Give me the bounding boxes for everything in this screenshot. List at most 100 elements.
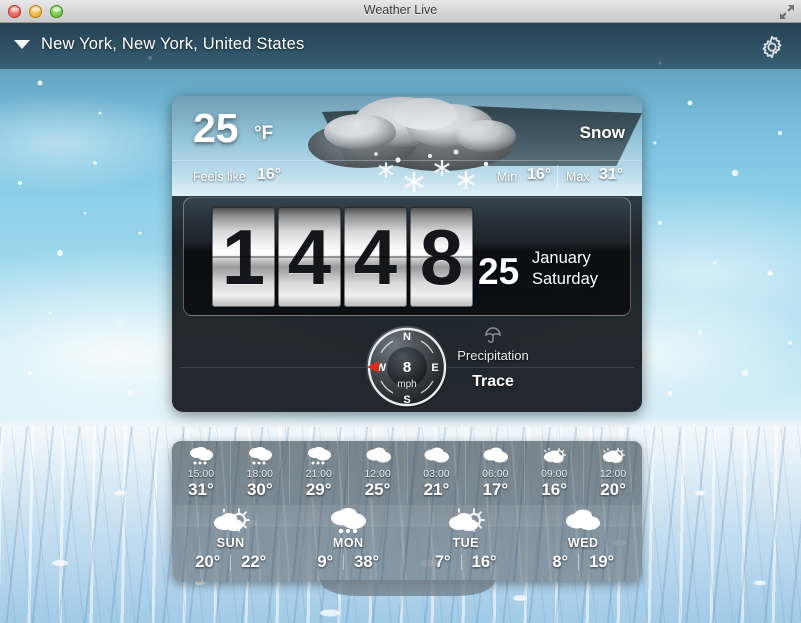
chevron-down-icon[interactable] (14, 40, 30, 49)
daily-low: 9° (317, 553, 333, 572)
compass-east: E (431, 362, 438, 374)
stat-pressure: Pressure 29.52in (612, 324, 642, 391)
cloud-icon (525, 506, 643, 536)
clock-digit-reel: 4 (278, 207, 341, 307)
clock-digit-reel: 4 (344, 207, 407, 307)
date-weekday: Saturday (532, 270, 598, 289)
clock-digit-reel: 1 (212, 207, 275, 307)
minmax-row: Feels like 16° Min 16° Max 31° (172, 160, 642, 193)
temp-separator (578, 555, 579, 570)
max-value: 31° (599, 166, 623, 184)
hourly-temp: 20° (584, 480, 642, 500)
sun-cloud-icon (407, 506, 525, 536)
hourly-item[interactable]: 21:00 29° (290, 441, 349, 503)
current-temperature: 25 (193, 108, 239, 149)
daily-day-name: MON (290, 536, 408, 550)
cloud-icon (408, 445, 466, 467)
temp-separator (230, 555, 231, 570)
compass-south: S (403, 394, 410, 406)
daily-low: 20° (195, 553, 220, 572)
hourly-item[interactable]: 18:00 30° (231, 441, 290, 503)
daily-item[interactable]: MON 9° 38° (290, 505, 408, 580)
flip-clock: 1 4 4 8 25 January Saturday (183, 197, 631, 316)
hourly-temp: 16° (525, 480, 583, 500)
clock-digit: 4 (278, 218, 341, 296)
hourly-item[interactable]: 06:00 17° (466, 441, 525, 503)
feels-like-label: Feels like (193, 170, 246, 184)
daily-high: 19° (589, 553, 614, 572)
stat-value: 29.52in (612, 373, 642, 391)
hourly-time: 06:00 (466, 468, 524, 480)
sun-cloud-icon (584, 445, 642, 467)
date-day-number: 25 (478, 253, 519, 290)
sun-cloud-icon (172, 506, 290, 536)
hourly-forecast-list: 15:00 31° 18:00 30° (172, 441, 642, 503)
hourly-item[interactable]: 03:00 21° (408, 441, 467, 503)
hourly-item[interactable]: 15:00 31° (172, 441, 231, 503)
daily-day-name: SUN (172, 536, 290, 550)
temp-separator (343, 555, 344, 570)
daily-item[interactable]: TUE 7° 16° (407, 505, 525, 580)
cloud-snow-icon (290, 445, 348, 467)
hourly-time: 18:00 (231, 468, 289, 480)
sun-cloud-icon (525, 445, 583, 467)
stat-label: Pressure (612, 348, 642, 363)
hourly-time: 12:00 (349, 468, 407, 480)
stats-row: Humidity 74% Precipitation Trace (172, 324, 642, 412)
hourly-temp: 30° (231, 480, 289, 500)
hourly-time: 12:00 (584, 468, 642, 480)
daily-temps: 20° 22° (172, 553, 290, 572)
daily-item[interactable]: WED 8° 19° (525, 505, 643, 580)
daily-low: 7° (435, 553, 451, 572)
weather-live-window: New York, New York, United States (0, 0, 801, 623)
hourly-temp: 29° (290, 480, 348, 500)
daily-day-name: TUE (407, 536, 525, 550)
location-header: New York, New York, United States (0, 23, 801, 69)
cloud-icon (466, 445, 524, 467)
wind-speed-value: 8 (403, 359, 411, 376)
clock-reels: 1 4 4 8 (212, 207, 473, 307)
hourly-temp: 21° (408, 480, 466, 500)
minmax-divider (557, 165, 558, 189)
daily-item[interactable]: SUN 20° 22° (172, 505, 290, 580)
cloud-snow-icon (172, 445, 230, 467)
gear-icon[interactable] (759, 34, 785, 60)
forecast-panel: 15:00 31° 18:00 30° (172, 441, 642, 582)
daily-temps: 7° 16° (407, 553, 525, 572)
current-condition: Snow (580, 123, 625, 143)
current-weather-panel: 25 °F Snow Feels like 16° Min 16° Max 31… (172, 96, 642, 412)
hourly-time: 09:00 (525, 468, 583, 480)
forecast-expand-tab[interactable] (320, 580, 495, 596)
daily-low: 8° (552, 553, 568, 572)
window-titlebar: Weather Live (0, 0, 801, 23)
compass-icon: N E S W 8 mph (365, 325, 449, 409)
min-label: Min (497, 170, 517, 184)
hourly-temp: 25° (349, 480, 407, 500)
hourly-time: 15:00 (172, 468, 230, 480)
daily-high: 16° (472, 553, 497, 572)
fullscreen-icon[interactable] (779, 4, 795, 20)
min-value: 16° (527, 166, 551, 184)
wind-speed-unit: mph (397, 379, 416, 390)
barometer-icon (612, 324, 642, 346)
daily-high: 38° (354, 553, 379, 572)
hourly-item[interactable]: 12:00 20° (584, 441, 642, 503)
location-label[interactable]: New York, New York, United States (41, 35, 304, 54)
hourly-temp: 31° (172, 480, 230, 500)
compass-north: N (403, 331, 411, 343)
hourly-time: 21:00 (290, 468, 348, 480)
hourly-item[interactable]: 09:00 16° (525, 441, 584, 503)
hourly-item[interactable]: 12:00 25° (349, 441, 408, 503)
clock-digit: 4 (344, 218, 407, 296)
clock-digit: 1 (212, 218, 275, 296)
max-label: Max (566, 170, 590, 184)
daily-forecast-list: SUN 20° 22° MON 9° 38° (172, 505, 642, 580)
feels-like-value: 16° (257, 166, 281, 184)
date-month: January (532, 249, 591, 268)
cloud-snow-icon (231, 445, 289, 467)
hourly-time: 03:00 (408, 468, 466, 480)
cloud-icon (349, 445, 407, 467)
daily-temps: 9° 38° (290, 553, 408, 572)
hourly-temp: 17° (466, 480, 524, 500)
temp-separator (461, 555, 462, 570)
